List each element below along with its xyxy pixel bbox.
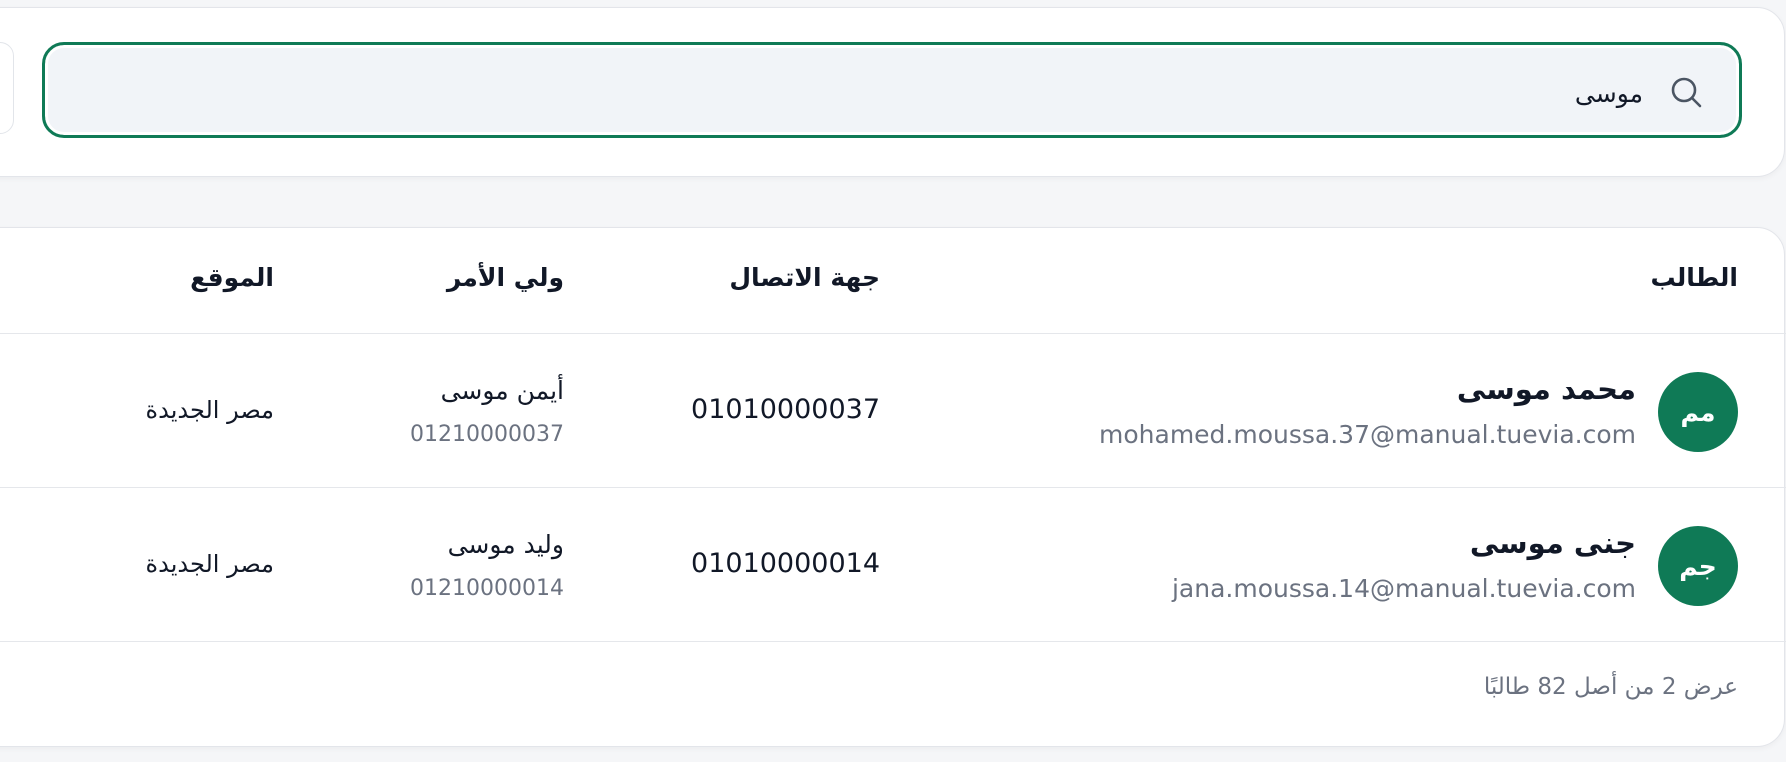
header-guardian[interactable]: ولي الأمر	[447, 263, 564, 292]
table-header-row: الطالب جهة الاتصال ولي الأمر الموقع	[0, 227, 1786, 334]
guardian-phone: 01210000014	[410, 576, 564, 601]
filter-button[interactable]	[0, 42, 14, 134]
avatar: جم	[1658, 526, 1738, 606]
student-email: mohamed.moussa.37@manual.tuevia.com	[1099, 420, 1636, 449]
header-contact[interactable]: جهة الاتصال	[729, 263, 880, 292]
location: مصر الجديدة	[145, 396, 274, 424]
contact-phone: 01010000037	[691, 394, 880, 425]
contact-phone: 01010000014	[691, 548, 880, 579]
guardian-name: أيمن موسى	[440, 376, 564, 405]
search-icon	[1667, 73, 1707, 113]
table-row[interactable]: جم جنى موسى jana.moussa.14@manual.tuevia…	[0, 488, 1786, 642]
page: الطالب جهة الاتصال ولي الأمر الموقع مم م…	[0, 0, 1786, 762]
search-box[interactable]	[42, 42, 1742, 138]
header-student[interactable]: الطالب	[1650, 263, 1738, 292]
student-email: jana.moussa.14@manual.tuevia.com	[1171, 574, 1636, 603]
header-location[interactable]: الموقع	[190, 263, 274, 292]
location: مصر الجديدة	[145, 550, 274, 578]
student-name[interactable]: جنى موسى	[1470, 526, 1636, 560]
guardian-phone: 01210000037	[410, 422, 564, 447]
table-row[interactable]: مم محمد موسى mohamed.moussa.37@manual.tu…	[0, 334, 1786, 488]
results-count: عرض 2 من أصل 82 طالبًا	[1483, 674, 1738, 700]
avatar: مم	[1658, 372, 1738, 452]
student-name[interactable]: محمد موسى	[1457, 372, 1636, 406]
guardian-name: وليد موسى	[447, 530, 564, 559]
search-input[interactable]	[143, 69, 1643, 117]
